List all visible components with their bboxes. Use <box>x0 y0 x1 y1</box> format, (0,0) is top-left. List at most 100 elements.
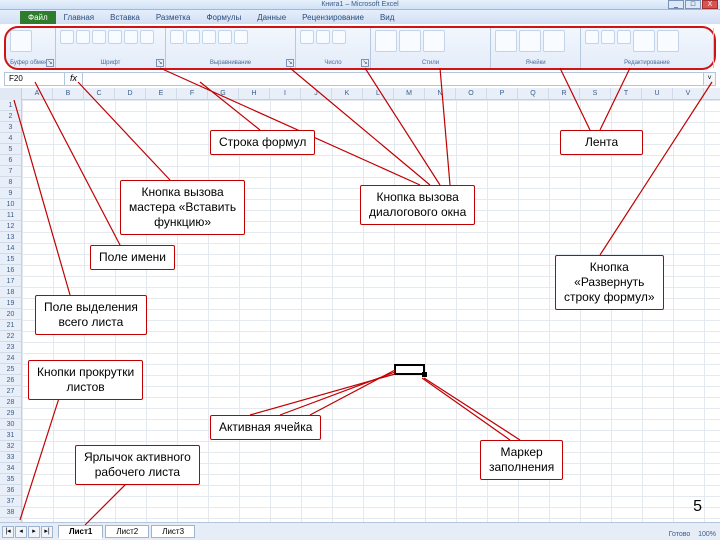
dialog-launcher-icon[interactable]: ↘ <box>361 59 369 67</box>
tab-file[interactable]: Файл <box>20 11 56 24</box>
column-header[interactable]: L <box>363 88 394 99</box>
bold-icon[interactable] <box>60 30 74 44</box>
row-header[interactable]: 36 <box>0 485 21 496</box>
format-cells-icon[interactable] <box>543 30 565 52</box>
cond-format-icon[interactable] <box>375 30 397 52</box>
row-header[interactable]: 2 <box>0 111 21 122</box>
row-header[interactable]: 19 <box>0 298 21 309</box>
align-left-icon[interactable] <box>170 30 184 44</box>
fill-icon[interactable] <box>601 30 615 44</box>
column-header[interactable]: U <box>642 88 673 99</box>
row-header[interactable]: 20 <box>0 309 21 320</box>
underline-icon[interactable] <box>92 30 106 44</box>
column-header[interactable]: A <box>22 88 53 99</box>
row-header[interactable]: 38 <box>0 507 21 518</box>
column-header[interactable]: I <box>270 88 301 99</box>
row-header[interactable]: 3 <box>0 122 21 133</box>
close-button[interactable]: X <box>702 0 718 9</box>
sheet-tab-active[interactable]: Лист1 <box>58 525 103 539</box>
scroll-next-button[interactable]: ▸ <box>28 526 40 538</box>
italic-icon[interactable] <box>76 30 90 44</box>
dialog-launcher-icon[interactable]: ↘ <box>156 59 164 67</box>
row-header[interactable]: 6 <box>0 155 21 166</box>
merge-icon[interactable] <box>234 30 248 44</box>
column-header[interactable]: T <box>611 88 642 99</box>
row-header[interactable]: 12 <box>0 221 21 232</box>
fill-handle[interactable] <box>422 372 427 377</box>
column-header[interactable]: G <box>208 88 239 99</box>
sort-filter-icon[interactable] <box>633 30 655 52</box>
row-header[interactable]: 31 <box>0 430 21 441</box>
column-header[interactable]: C <box>84 88 115 99</box>
column-header[interactable]: P <box>487 88 518 99</box>
tab-formulas[interactable]: Формулы <box>198 11 249 24</box>
column-header[interactable]: R <box>549 88 580 99</box>
minimize-button[interactable]: _ <box>668 0 684 9</box>
border-icon[interactable] <box>108 30 122 44</box>
expand-formula-bar-button[interactable]: ˅ <box>703 73 715 85</box>
row-header[interactable]: 23 <box>0 342 21 353</box>
column-header[interactable]: S <box>580 88 611 99</box>
column-header[interactable]: E <box>146 88 177 99</box>
row-header[interactable]: 8 <box>0 177 21 188</box>
cell-styles-icon[interactable] <box>423 30 445 52</box>
column-header[interactable]: O <box>456 88 487 99</box>
column-header[interactable]: V <box>673 88 704 99</box>
row-header[interactable]: 24 <box>0 353 21 364</box>
row-header[interactable]: 13 <box>0 232 21 243</box>
column-header[interactable]: N <box>425 88 456 99</box>
formula-input[interactable] <box>83 73 703 85</box>
row-header[interactable]: 25 <box>0 364 21 375</box>
clear-icon[interactable] <box>617 30 631 44</box>
row-header[interactable]: 5 <box>0 144 21 155</box>
column-header[interactable]: K <box>332 88 363 99</box>
paste-icon[interactable] <box>10 30 32 52</box>
delete-cells-icon[interactable] <box>519 30 541 52</box>
row-header[interactable]: 32 <box>0 441 21 452</box>
row-header[interactable]: 33 <box>0 452 21 463</box>
active-cell[interactable] <box>394 364 425 375</box>
dialog-launcher-icon[interactable]: ↘ <box>286 59 294 67</box>
row-header[interactable]: 26 <box>0 375 21 386</box>
maximize-button[interactable]: □ <box>685 0 701 9</box>
insert-function-button[interactable]: fx <box>65 73 83 85</box>
row-header[interactable]: 1 <box>0 100 21 111</box>
scroll-first-button[interactable]: |◂ <box>2 526 14 538</box>
row-header[interactable]: 7 <box>0 166 21 177</box>
row-header[interactable]: 28 <box>0 397 21 408</box>
row-header[interactable]: 21 <box>0 320 21 331</box>
row-header[interactable]: 4 <box>0 133 21 144</box>
tab-data[interactable]: Данные <box>249 11 294 24</box>
table-format-icon[interactable] <box>399 30 421 52</box>
row-header[interactable]: 10 <box>0 199 21 210</box>
fill-color-icon[interactable] <box>124 30 138 44</box>
align-right-icon[interactable] <box>202 30 216 44</box>
tab-view[interactable]: Вид <box>372 11 402 24</box>
column-header[interactable]: Q <box>518 88 549 99</box>
wrap-text-icon[interactable] <box>218 30 232 44</box>
row-header[interactable]: 18 <box>0 287 21 298</box>
row-header[interactable]: 29 <box>0 408 21 419</box>
font-color-icon[interactable] <box>140 30 154 44</box>
row-header[interactable]: 37 <box>0 496 21 507</box>
scroll-prev-button[interactable]: ◂ <box>15 526 27 538</box>
row-header[interactable]: 27 <box>0 386 21 397</box>
find-select-icon[interactable] <box>657 30 679 52</box>
sheet-tab[interactable]: Лист3 <box>151 525 195 538</box>
tab-review[interactable]: Рецензирование <box>294 11 372 24</box>
column-header[interactable]: F <box>177 88 208 99</box>
number-format-icon[interactable] <box>300 30 314 44</box>
row-header[interactable]: 35 <box>0 474 21 485</box>
dialog-launcher-icon[interactable]: ↘ <box>46 59 54 67</box>
select-all-button[interactable] <box>0 88 22 100</box>
column-header[interactable]: D <box>115 88 146 99</box>
row-header[interactable]: 34 <box>0 463 21 474</box>
row-header[interactable]: 30 <box>0 419 21 430</box>
percent-icon[interactable] <box>316 30 330 44</box>
column-header[interactable]: M <box>394 88 425 99</box>
row-header[interactable]: 22 <box>0 331 21 342</box>
row-header[interactable]: 15 <box>0 254 21 265</box>
column-header[interactable]: H <box>239 88 270 99</box>
tab-layout[interactable]: Разметка <box>148 11 199 24</box>
tab-insert[interactable]: Вставка <box>102 11 148 24</box>
